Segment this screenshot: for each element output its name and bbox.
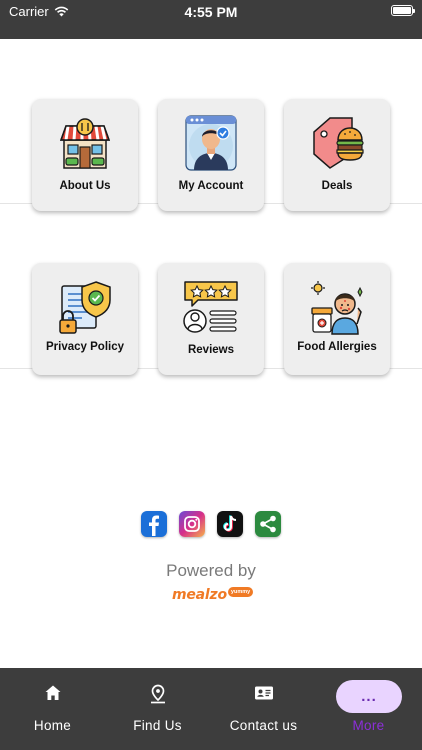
deals-tile[interactable]: Deals <box>284 99 390 211</box>
brand-name: mealzo <box>172 587 227 603</box>
battery-icon <box>391 5 415 16</box>
tab-more-label: More <box>352 718 385 733</box>
reviews-icon <box>182 278 240 336</box>
status-time: 4:55 PM <box>184 4 238 20</box>
my-account-label: My Account <box>178 180 244 192</box>
account-icon <box>182 114 240 172</box>
map-pin-icon <box>105 684 210 704</box>
deals-label: Deals <box>321 180 353 192</box>
brand-badge: yummy <box>227 587 254 597</box>
status-bar: Carrier 4:55 PM <box>0 0 422 39</box>
reviews-label: Reviews <box>187 344 235 356</box>
tab-contact-us-label: Contact us <box>229 718 298 733</box>
privacy-policy-label: Privacy Policy <box>46 341 124 353</box>
tab-find-us[interactable]: Find Us <box>105 668 210 750</box>
mealzo-logo[interactable]: mealzo yummy <box>172 585 254 605</box>
social-links <box>0 511 422 537</box>
contact-card-icon <box>211 684 316 704</box>
bottom-tab-bar: Home Find Us Contact us ... More <box>0 668 422 750</box>
tab-more[interactable]: ... More <box>316 668 421 750</box>
privacy-policy-tile[interactable]: Privacy Policy <box>32 263 138 375</box>
deals-icon <box>308 114 366 172</box>
about-us-label: About Us <box>59 180 111 192</box>
share-icon[interactable] <box>255 511 281 537</box>
tab-find-us-label: Find Us <box>133 718 182 733</box>
facebook-icon[interactable] <box>141 511 167 537</box>
privacy-shield-icon <box>56 278 114 336</box>
tab-contact-us[interactable]: Contact us <box>211 668 316 750</box>
tab-home-label: Home <box>33 718 72 733</box>
home-icon <box>0 684 105 704</box>
reviews-tile[interactable]: Reviews <box>158 263 264 375</box>
food-allergies-label: Food Allergies <box>297 341 377 353</box>
about-us-tile[interactable]: About Us <box>32 99 138 211</box>
menu-row: Privacy Policy Reviews Food Allergies <box>0 204 422 375</box>
menu-row: About Us My Account Deals <box>0 39 422 211</box>
my-account-tile[interactable]: My Account <box>158 99 264 211</box>
store-icon <box>56 114 114 172</box>
more-menu-page: About Us My Account Deals Privacy Policy… <box>0 39 422 668</box>
food-allergy-icon <box>308 278 366 336</box>
food-allergies-tile[interactable]: Food Allergies <box>284 263 390 375</box>
instagram-icon[interactable] <box>179 511 205 537</box>
more-dots-icon: ... <box>336 680 402 713</box>
tiktok-icon[interactable] <box>217 511 243 537</box>
tab-home[interactable]: Home <box>0 668 105 750</box>
powered-by-label: Powered by <box>166 561 256 580</box>
